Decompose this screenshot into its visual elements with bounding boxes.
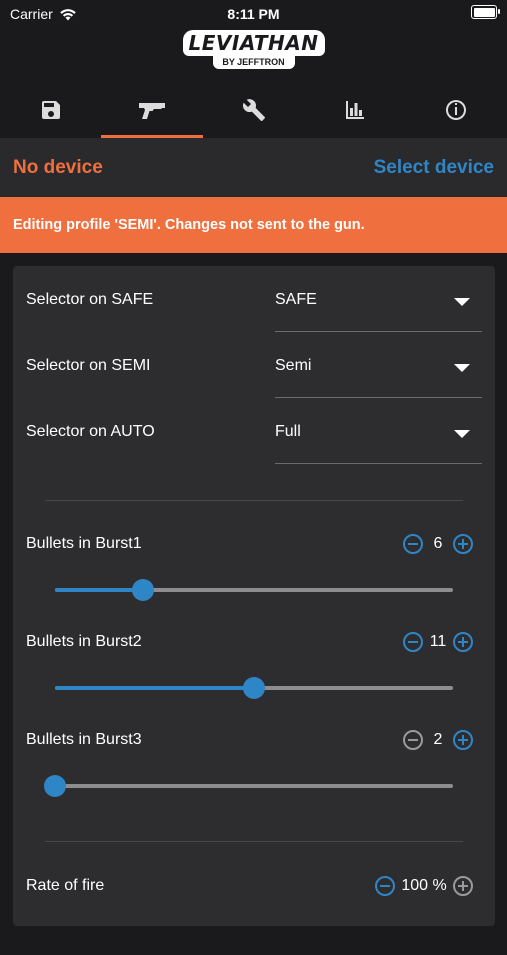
burst-row-1: Bullets in Burst1 6 bbox=[26, 533, 482, 613]
burst-value: 11 bbox=[429, 633, 447, 650]
selector-dropdown-auto[interactable]: Full bbox=[275, 413, 482, 464]
selector-value: SAFE bbox=[275, 291, 317, 308]
plus-circle-icon[interactable] bbox=[453, 730, 473, 750]
tab-info[interactable] bbox=[406, 82, 507, 138]
status-time: 8:11 PM bbox=[227, 6, 280, 22]
bar-chart-icon bbox=[345, 101, 364, 119]
app-logo-wrap: LEVIATHAN BY JEFFTRON bbox=[0, 26, 507, 76]
plus-circle-icon[interactable] bbox=[453, 632, 473, 652]
battery-icon bbox=[471, 5, 500, 19]
minus-circle-icon[interactable] bbox=[403, 730, 423, 750]
slider-fill bbox=[55, 588, 143, 592]
burst-value: 2 bbox=[433, 731, 443, 748]
gun-icon bbox=[139, 103, 166, 119]
tab-gun[interactable] bbox=[101, 82, 204, 138]
save-icon bbox=[41, 101, 60, 119]
rate-of-fire-row: Rate of fire 100 % bbox=[26, 875, 482, 955]
burst-slider[interactable] bbox=[55, 579, 453, 601]
minus-circle-icon[interactable] bbox=[403, 534, 423, 554]
section-divider bbox=[45, 841, 463, 842]
minus-circle-icon[interactable] bbox=[403, 632, 423, 652]
dropdown-caret-icon bbox=[454, 430, 470, 438]
rate-of-fire-label: Rate of fire bbox=[26, 877, 105, 894]
selector-row-semi: Selector on SEMI Semi bbox=[26, 347, 482, 398]
slider-fill bbox=[55, 686, 254, 690]
slider-thumb[interactable] bbox=[44, 775, 66, 797]
slider-thumb[interactable] bbox=[131, 579, 154, 601]
burst-stepper: 6 bbox=[403, 533, 473, 555]
burst-row-3: Bullets in Burst3 2 bbox=[26, 729, 482, 809]
burst-slider[interactable] bbox=[44, 775, 453, 797]
dropdown-caret-icon bbox=[454, 364, 470, 372]
section-divider bbox=[45, 500, 463, 501]
settings-card: Selector on SAFE SAFE Selector on SEMI S… bbox=[13, 266, 495, 926]
burst-stepper: 11 bbox=[403, 631, 473, 653]
selector-dropdown-semi[interactable]: Semi bbox=[275, 347, 482, 398]
slider-track bbox=[55, 784, 453, 788]
info-icon bbox=[446, 100, 467, 120]
burst-value: 6 bbox=[433, 535, 443, 552]
selector-label: Selector on SAFE bbox=[26, 291, 154, 308]
plus-circle-icon[interactable] bbox=[453, 534, 473, 554]
tab-stats[interactable] bbox=[304, 82, 405, 138]
plus-circle-icon[interactable] bbox=[453, 876, 473, 896]
burst-stepper: 2 bbox=[403, 729, 473, 751]
status-bar: Carrier 8:11 PM bbox=[0, 0, 507, 28]
minus-circle-icon[interactable] bbox=[375, 876, 395, 896]
selector-label: Selector on AUTO bbox=[26, 423, 155, 440]
wrench-icon bbox=[242, 99, 265, 121]
rate-of-fire-value: 100 % bbox=[401, 877, 447, 894]
selector-value: Full bbox=[275, 423, 301, 440]
tab-bar bbox=[0, 82, 507, 138]
device-status: No device bbox=[13, 156, 103, 178]
selector-row-safe: Selector on SAFE SAFE bbox=[26, 281, 482, 332]
banner-text: Editing profile 'SEMI'. Changes not sent… bbox=[13, 217, 365, 233]
selector-dropdown-safe[interactable]: SAFE bbox=[275, 281, 482, 332]
device-bar: No device Select device bbox=[0, 138, 507, 197]
logo-main-text: LEVIATHAN bbox=[182, 30, 325, 56]
logo-sub-text: BY JEFFTRON bbox=[212, 55, 295, 69]
burst-label: Bullets in Burst2 bbox=[26, 633, 142, 650]
select-device-button[interactable]: Select device bbox=[374, 157, 494, 179]
selector-value: Semi bbox=[275, 357, 312, 374]
tab-save[interactable] bbox=[0, 82, 101, 138]
slider-thumb[interactable] bbox=[243, 677, 265, 699]
profile-warning-banner: Editing profile 'SEMI'. Changes not sent… bbox=[0, 197, 507, 253]
dropdown-caret-icon bbox=[454, 298, 470, 306]
burst-label: Bullets in Burst3 bbox=[26, 731, 142, 748]
burst-slider[interactable] bbox=[55, 677, 453, 699]
app-logo: LEVIATHAN BY JEFFTRON bbox=[182, 26, 325, 72]
selector-label: Selector on SEMI bbox=[26, 357, 151, 374]
tab-wrench[interactable] bbox=[203, 82, 304, 138]
burst-row-2: Bullets in Burst2 11 bbox=[26, 631, 482, 711]
selector-row-auto: Selector on AUTO Full bbox=[26, 413, 482, 464]
rate-stepper: 100 % bbox=[375, 875, 473, 897]
burst-label: Bullets in Burst1 bbox=[26, 535, 142, 552]
